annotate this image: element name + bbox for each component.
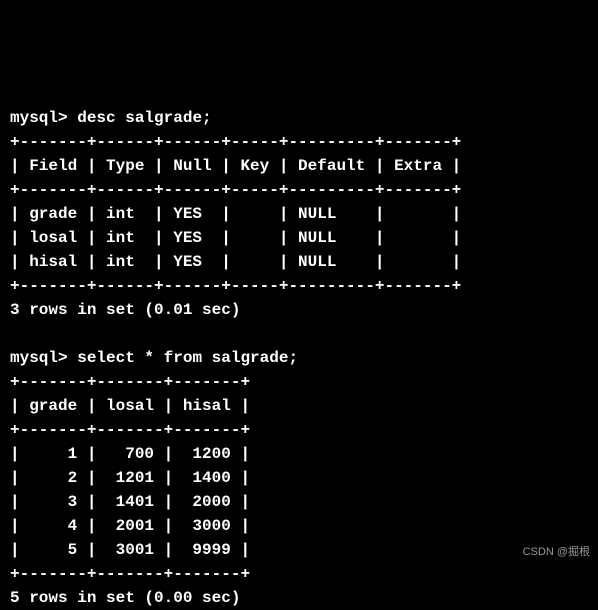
sql-command-select: select * from salgrade; xyxy=(77,349,298,367)
select-header-row: | grade | losal | hisal | xyxy=(10,397,250,415)
desc-border-bot: +-------+------+------+-----+---------+-… xyxy=(10,277,461,295)
select-summary: 5 rows in set (0.00 sec) xyxy=(10,589,240,607)
desc-row: | losal | int | YES | | NULL | | xyxy=(10,229,461,247)
select-border-bot: +-------+-------+-------+ xyxy=(10,565,250,583)
sql-command-desc: desc salgrade; xyxy=(77,109,211,127)
desc-border-mid: +-------+------+------+-----+---------+-… xyxy=(10,181,461,199)
mysql-prompt: mysql> xyxy=(10,349,68,367)
select-row: | 4 | 2001 | 3000 | xyxy=(10,517,250,535)
select-border-mid: +-------+-------+-------+ xyxy=(10,421,250,439)
select-border-top: +-------+-------+-------+ xyxy=(10,373,250,391)
select-row: | 2 | 1201 | 1400 | xyxy=(10,469,250,487)
desc-border-top: +-------+------+------+-----+---------+-… xyxy=(10,133,461,151)
select-row: | 1 | 700 | 1200 | xyxy=(10,445,250,463)
select-row: | 5 | 3001 | 9999 | xyxy=(10,541,250,559)
select-row: | 3 | 1401 | 2000 | xyxy=(10,493,250,511)
desc-row: | hisal | int | YES | | NULL | | xyxy=(10,253,461,271)
desc-row: | grade | int | YES | | NULL | | xyxy=(10,205,461,223)
desc-header-row: | Field | Type | Null | Key | Default | … xyxy=(10,157,461,175)
mysql-prompt: mysql> xyxy=(10,109,68,127)
watermark: CSDN @掘根 xyxy=(523,544,590,561)
desc-summary: 3 rows in set (0.01 sec) xyxy=(10,301,240,319)
